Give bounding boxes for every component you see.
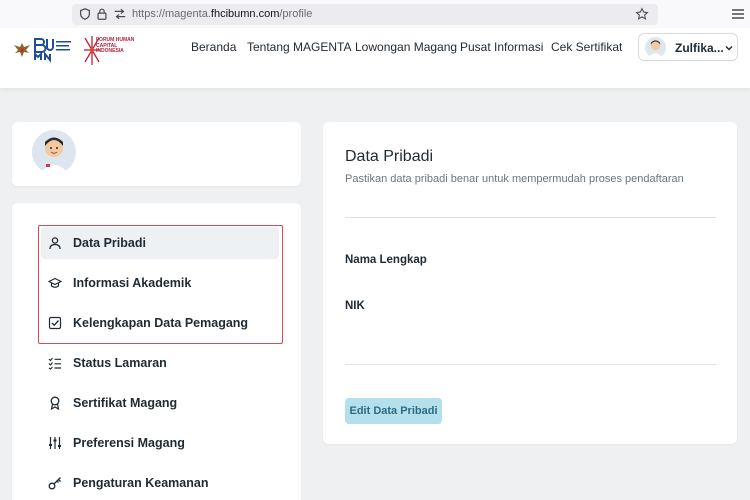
profile-sidebar-menu: Data Pribadi Informasi Akademik Kelengka… — [12, 203, 301, 500]
award-icon — [50, 396, 60, 410]
personal-data-card: Data Pribadi Pastikan data pribadi benar… — [323, 122, 737, 444]
lock-icon[interactable] — [95, 7, 109, 21]
checkbox-icon — [48, 316, 62, 330]
permissions-icon[interactable] — [113, 7, 127, 21]
edit-personal-data-button[interactable]: Edit Data Pribadi — [345, 398, 442, 424]
fhci-logo-text: FORUM HUMAN CAPITAL INDONESIA — [96, 37, 135, 54]
sidebar-item-label: Data Pribadi — [73, 236, 146, 250]
menu-icon[interactable] — [730, 6, 746, 22]
address-bar[interactable]: https://magenta.fhcibumn.com/profile — [72, 4, 658, 25]
url-text: https://magenta.fhcibumn.com/profile — [132, 8, 313, 20]
nav-beranda[interactable]: Beranda — [191, 40, 236, 54]
user-name: Zulfika... — [675, 41, 724, 55]
garuda-logo — [14, 43, 30, 57]
divider — [345, 364, 716, 365]
field-label-nama-lengkap: Nama Lengkap — [345, 254, 427, 266]
divider — [345, 217, 716, 218]
sliders-icon — [49, 437, 61, 449]
sidebar-item-label: Preferensi Magang — [73, 436, 185, 450]
sidebar-item-label: Pengaturan Keamanan — [73, 476, 209, 490]
profile-card — [12, 122, 301, 186]
avatar — [645, 37, 666, 58]
nav-cek-sertifikat[interactable]: Cek Sertifikat — [551, 40, 622, 54]
bookmark-star-icon[interactable] — [635, 7, 649, 21]
bumn-logo — [34, 38, 71, 63]
sidebar-item-label: Kelengkapan Data Pemagang — [73, 316, 249, 330]
user-menu-button[interactable]: Zulfika... — [638, 33, 738, 61]
nav-pusat-informasi[interactable]: Pusat Informasi — [460, 40, 543, 54]
site-header: FORUM HUMAN CAPITAL INDONESIA Beranda Te… — [0, 28, 750, 88]
sidebar-item-sertifikat-magang[interactable]: Sertifikat Magang — [41, 387, 279, 419]
graduation-cap-icon — [48, 277, 62, 288]
profile-avatar — [32, 130, 76, 174]
sidebar-item-pengaturan-keamanan[interactable]: Pengaturan Keamanan — [41, 467, 279, 499]
sidebar-item-label: Sertifikat Magang — [73, 396, 178, 410]
nav-tentang-magenta[interactable]: Tentang MAGENTA — [247, 40, 351, 54]
key-icon — [48, 477, 61, 490]
sidebar-item-label: Informasi Akademik — [73, 276, 192, 290]
shield-icon[interactable] — [78, 7, 92, 21]
checklist-icon — [48, 357, 61, 370]
field-label-nik: NIK — [345, 300, 365, 312]
sidebar-item-label: Status Lamaran — [73, 356, 167, 370]
sidebar-item-status-lamaran[interactable]: Status Lamaran — [41, 347, 279, 379]
sidebar-item-informasi-akademik[interactable]: Informasi Akademik — [41, 267, 279, 299]
page-subtitle: Pastikan data pribadi benar untuk memper… — [345, 173, 684, 185]
sidebar-item-preferensi-magang[interactable]: Preferensi Magang — [41, 427, 279, 459]
user-icon — [49, 237, 61, 250]
page-title: Data Pribadi — [345, 148, 434, 165]
nav-lowongan-magang[interactable]: Lowongan Magang — [355, 40, 457, 54]
sidebar-item-kelengkapan-data[interactable]: Kelengkapan Data Pemagang — [41, 307, 279, 339]
browser-toolbar: https://magenta.fhcibumn.com/profile — [0, 0, 750, 28]
chevron-down-icon — [725, 45, 733, 51]
sidebar-item-data-pribadi[interactable]: Data Pribadi — [41, 227, 279, 259]
